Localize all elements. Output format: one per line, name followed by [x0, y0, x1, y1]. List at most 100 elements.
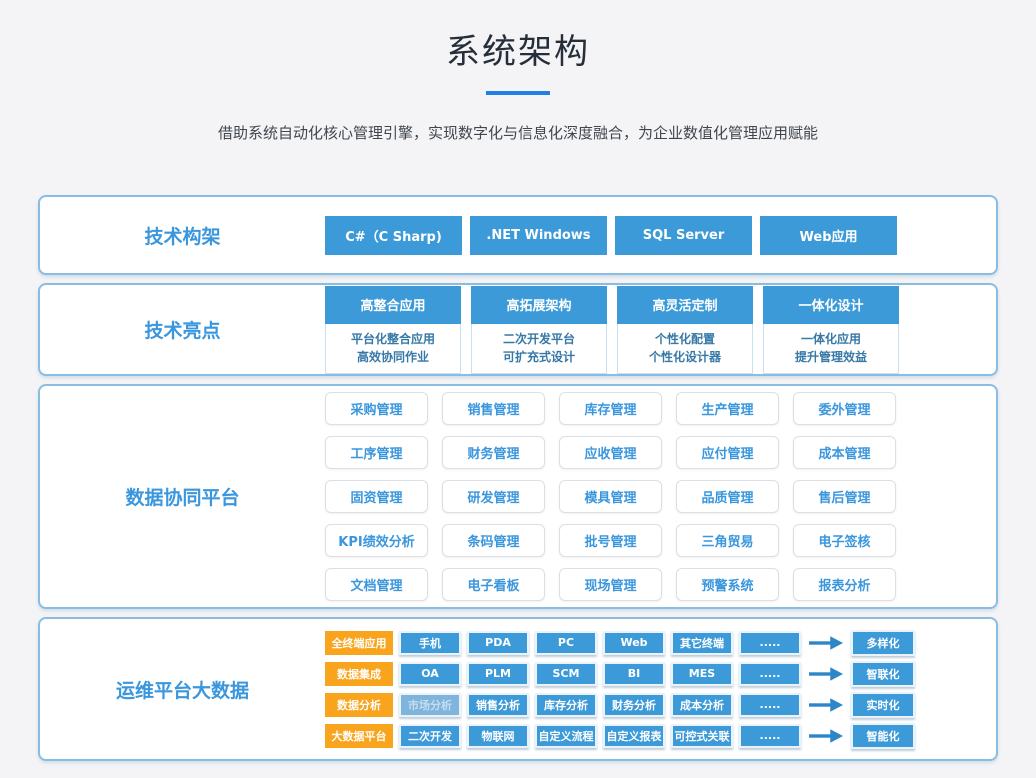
title-underline — [486, 91, 550, 95]
module-button[interactable]: KPI绩效分析 — [325, 524, 428, 557]
highlight-card-header: 高拓展架构 — [471, 286, 607, 324]
module-button[interactable]: 固资管理 — [325, 480, 428, 513]
bigdata-row-integration: 数据集成 OA PLM SCM BI MES ..... 智联化 — [325, 661, 915, 687]
highlight-card-line: 个性化配置 — [618, 330, 752, 348]
bigdata-row-terminals: 全终端应用 手机 PDA PC Web 其它终端 ..... 多样化 — [325, 630, 915, 656]
arrow-right-icon — [808, 666, 844, 682]
section-title-tech-stack: 技术构架 — [40, 222, 325, 249]
page-header: 系统架构 借助系统自动化核心管理引擎，实现数字化与信息化深度融合，为企业数值化管… — [0, 0, 1036, 143]
row-item[interactable]: 物联网 — [467, 724, 529, 748]
highlight-cards: 高整合应用 平台化整合应用 高效协同作业 高拓展架构 二次开发平台 可扩充式设计… — [325, 286, 899, 374]
module-button[interactable]: 成本管理 — [793, 436, 896, 469]
highlight-card: 高整合应用 平台化整合应用 高效协同作业 — [325, 286, 461, 374]
module-button[interactable]: 生产管理 — [676, 392, 779, 425]
row-item[interactable]: 二次开发 — [399, 724, 461, 748]
row-item[interactable]: 销售分析 — [467, 693, 529, 717]
row-label: 数据分析 — [325, 693, 393, 717]
module-button[interactable]: 委外管理 — [793, 392, 896, 425]
highlight-card-line: 一体化应用 — [764, 330, 898, 348]
section-title-platform: 数据协同平台 — [40, 483, 325, 510]
row-result: 智能化 — [851, 723, 915, 749]
module-button[interactable]: 批号管理 — [559, 524, 662, 557]
row-item[interactable]: 库存分析 — [535, 693, 597, 717]
row-item-more[interactable]: ..... — [739, 631, 801, 655]
highlight-card-line: 高效协同作业 — [326, 348, 460, 366]
tech-button-web[interactable]: Web应用 — [760, 216, 897, 255]
row-item[interactable]: MES — [671, 662, 733, 686]
tech-stack-buttons: C#（C Sharp) .NET Windows SQL Server Web应… — [325, 216, 897, 255]
module-button[interactable]: 库存管理 — [559, 392, 662, 425]
highlight-card-header: 高整合应用 — [325, 286, 461, 324]
highlight-card-body: 个性化配置 个性化设计器 — [617, 324, 753, 374]
module-button[interactable]: 预警系统 — [676, 568, 779, 601]
bigdata-rows: 全终端应用 手机 PDA PC Web 其它终端 ..... 多样化 数据集成 … — [325, 630, 915, 749]
row-item-more[interactable]: ..... — [739, 662, 801, 686]
row-item[interactable]: 财务分析 — [603, 693, 665, 717]
module-button[interactable]: 现场管理 — [559, 568, 662, 601]
row-item[interactable]: 可控式关联 — [671, 724, 733, 748]
row-item[interactable]: PC — [535, 631, 597, 655]
row-item[interactable]: Web — [603, 631, 665, 655]
row-item-more[interactable]: ..... — [739, 724, 801, 748]
module-button[interactable]: 应收管理 — [559, 436, 662, 469]
row-item-more[interactable]: ..... — [739, 693, 801, 717]
module-button[interactable]: 销售管理 — [442, 392, 545, 425]
sections-container: 技术构架 C#（C Sharp) .NET Windows SQL Server… — [38, 195, 998, 761]
highlight-card: 一体化设计 一体化应用 提升管理效益 — [763, 286, 899, 374]
row-item[interactable]: 手机 — [399, 631, 461, 655]
highlight-card: 高灵活定制 个性化配置 个性化设计器 — [617, 286, 753, 374]
row-item[interactable]: SCM — [535, 662, 597, 686]
row-item[interactable]: PDA — [467, 631, 529, 655]
highlight-card: 高拓展架构 二次开发平台 可扩充式设计 — [471, 286, 607, 374]
module-button[interactable]: 电子签核 — [793, 524, 896, 557]
row-item[interactable]: 成本分析 — [671, 693, 733, 717]
highlight-card-line: 二次开发平台 — [472, 330, 606, 348]
module-button[interactable]: 品质管理 — [676, 480, 779, 513]
highlight-card-line: 平台化整合应用 — [326, 330, 460, 348]
module-button[interactable]: 售后管理 — [793, 480, 896, 513]
row-item[interactable]: 其它终端 — [671, 631, 733, 655]
tech-button-sqlserver[interactable]: SQL Server — [615, 216, 752, 255]
module-button[interactable]: 报表分析 — [793, 568, 896, 601]
row-item[interactable]: PLM — [467, 662, 529, 686]
row-result: 多样化 — [851, 630, 915, 656]
highlight-card-header: 高灵活定制 — [617, 286, 753, 324]
module-button[interactable]: 三角贸易 — [676, 524, 779, 557]
module-grid: 采购管理 销售管理 库存管理 生产管理 委外管理 工序管理 财务管理 应收管理 … — [325, 392, 896, 601]
tech-button-csharp[interactable]: C#（C Sharp) — [325, 216, 462, 255]
row-item[interactable]: BI — [603, 662, 665, 686]
section-bigdata: 运维平台大数据 全终端应用 手机 PDA PC Web 其它终端 ..... 多… — [38, 617, 998, 761]
row-label: 大数据平台 — [325, 724, 393, 748]
highlight-card-body: 一体化应用 提升管理效益 — [763, 324, 899, 374]
module-button[interactable]: 模具管理 — [559, 480, 662, 513]
tech-button-dotnet[interactable]: .NET Windows — [470, 216, 607, 255]
arrow-right-icon — [808, 697, 844, 713]
module-button[interactable]: 应付管理 — [676, 436, 779, 469]
module-button[interactable]: 文档管理 — [325, 568, 428, 601]
row-item[interactable]: OA — [399, 662, 461, 686]
bigdata-row-analysis: 数据分析 市场分析 销售分析 库存分析 财务分析 成本分析 ..... 实时化 — [325, 692, 915, 718]
row-label: 数据集成 — [325, 662, 393, 686]
arrow-right-icon — [808, 635, 844, 651]
section-platform: 数据协同平台 采购管理 销售管理 库存管理 生产管理 委外管理 工序管理 财务管… — [38, 384, 998, 609]
highlight-card-line: 个性化设计器 — [618, 348, 752, 366]
row-result: 实时化 — [851, 692, 915, 718]
page-title: 系统架构 — [0, 24, 1036, 73]
module-button[interactable]: 采购管理 — [325, 392, 428, 425]
row-item[interactable]: 自定义流程 — [535, 724, 597, 748]
module-button[interactable]: 财务管理 — [442, 436, 545, 469]
section-title-bigdata: 运维平台大数据 — [40, 676, 325, 703]
highlight-card-body: 平台化整合应用 高效协同作业 — [325, 324, 461, 374]
module-button[interactable]: 电子看板 — [442, 568, 545, 601]
row-label: 全终端应用 — [325, 631, 393, 655]
arrow-right-icon — [808, 728, 844, 744]
row-item-disabled[interactable]: 市场分析 — [399, 693, 461, 717]
section-tech-stack: 技术构架 C#（C Sharp) .NET Windows SQL Server… — [38, 195, 998, 275]
module-button[interactable]: 条码管理 — [442, 524, 545, 557]
module-button[interactable]: 研发管理 — [442, 480, 545, 513]
highlight-card-line: 提升管理效益 — [764, 348, 898, 366]
row-item[interactable]: 自定义报表 — [603, 724, 665, 748]
highlight-card-header: 一体化设计 — [763, 286, 899, 324]
module-button[interactable]: 工序管理 — [325, 436, 428, 469]
section-title-highlights: 技术亮点 — [40, 316, 325, 343]
